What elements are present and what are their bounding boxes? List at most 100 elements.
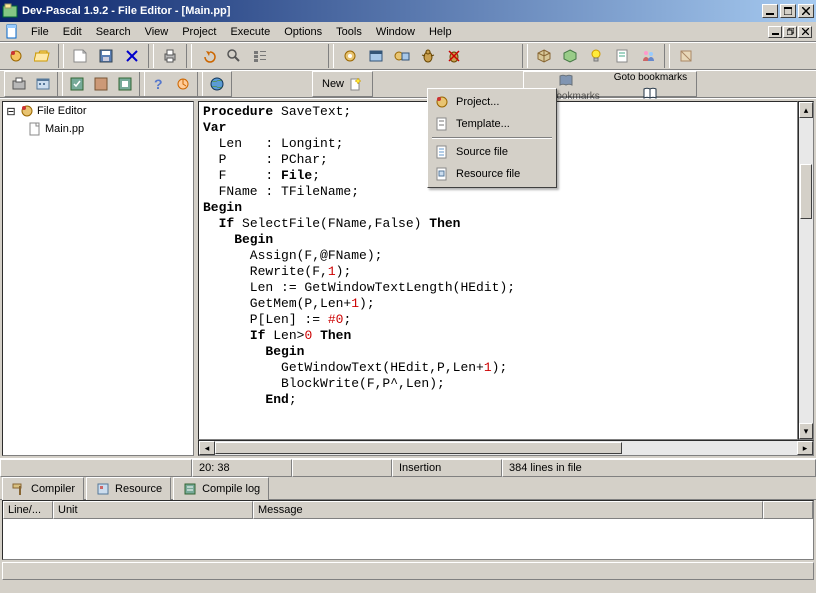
message-header: Line/... Unit Message [3,501,813,519]
tree-root[interactable]: ⊟ File Editor [3,102,193,120]
help-button[interactable]: ? [147,72,171,96]
scroll-right-button[interactable]: ▸ [797,441,813,455]
mdi-restore-button[interactable] [783,26,797,38]
run-button[interactable] [364,44,388,68]
book-icon [558,73,574,89]
menu-view[interactable]: View [138,24,176,40]
tree-root-label: File Editor [37,105,87,117]
save-icon [98,48,114,64]
popup-resource-file[interactable]: Resource file [430,163,554,185]
icon-button-10[interactable] [248,44,272,68]
hscroll-track[interactable] [215,441,797,455]
new-button[interactable]: New [315,72,370,96]
message-grid[interactable]: Line/... Unit Message [2,500,814,560]
resource-icon [95,481,111,497]
popup-template[interactable]: Template... [430,113,554,135]
menu-search[interactable]: Search [89,24,138,40]
tip-button[interactable] [584,44,608,68]
scroll-left-button[interactable]: ◂ [199,441,215,455]
maximize-button[interactable] [780,4,796,18]
minimize-button[interactable] [762,4,778,18]
tab-resource[interactable]: Resource [86,477,171,500]
menu-project[interactable]: Project [175,24,223,40]
x-icon [124,48,140,64]
icon-button-box[interactable] [532,44,556,68]
book-open-icon [642,86,658,102]
scroll-track[interactable] [799,118,813,423]
t2-btn-2[interactable] [31,72,55,96]
compile-run-button[interactable] [390,44,414,68]
scroll-thumb[interactable] [800,164,812,219]
popup-project[interactable]: Project... [430,91,554,113]
vertical-scrollbar[interactable]: ▴ ▾ [798,101,814,440]
folder-open-icon [34,48,50,64]
mdi-minimize-button[interactable] [768,26,782,38]
toolbar-secondary: ? New Set bookmarks Goto bookmarks [0,70,816,98]
svg-text:?: ? [154,76,163,92]
tab-compiler[interactable]: Compiler [2,477,84,500]
icon-button-note[interactable] [610,44,634,68]
menu-help[interactable]: Help [422,24,459,40]
undo-button[interactable] [196,44,220,68]
resource-file-icon [434,166,450,182]
popup-source-file[interactable]: Source file [430,141,554,163]
file-icon [27,121,43,137]
t2-btn-4[interactable] [89,72,113,96]
people-icon [640,48,656,64]
debug-button[interactable] [416,44,440,68]
document-icon [4,24,20,40]
icon-button-box2[interactable] [558,44,582,68]
log-icon [182,481,198,497]
menu-file[interactable]: File [24,24,56,40]
col-line[interactable]: Line/... [3,501,53,519]
bottom-tabs: Compiler Resource Compile log [0,478,816,500]
col-unit[interactable]: Unit [53,501,253,519]
compile-button[interactable] [338,44,362,68]
goto-bookmarks-button[interactable]: Goto bookmarks [607,72,694,96]
hscroll-thumb[interactable] [215,442,622,454]
t2-btn-5[interactable] [113,72,137,96]
box-icon [536,48,552,64]
tree-file[interactable]: Main.pp [3,120,193,138]
col-extra[interactable] [763,501,813,519]
stop-button[interactable] [442,44,466,68]
t2-btn-1[interactable] [7,72,31,96]
new-popup-menu: Project... Template... Source file Resou… [427,88,557,188]
menu-tools[interactable]: Tools [329,24,369,40]
tab-compile-log[interactable]: Compile log [173,477,269,500]
project-tree[interactable]: ⊟ File Editor Main.pp [2,101,194,456]
close-button[interactable] [798,4,814,18]
open-button[interactable] [30,44,54,68]
tree-collapse-icon[interactable]: ⊟ [5,105,17,118]
t2-btn-3[interactable] [65,72,89,96]
bottom-statusbar [2,562,814,580]
horizontal-scrollbar[interactable]: ◂ ▸ [198,440,814,456]
status-lines: 384 lines in file [502,459,816,477]
icon-button-people[interactable] [636,44,660,68]
menu-window[interactable]: Window [369,24,422,40]
bug-icon [420,48,436,64]
menu-options[interactable]: Options [277,24,329,40]
menu-execute[interactable]: Execute [223,24,277,40]
undo-icon [200,48,216,64]
print-button[interactable] [158,44,182,68]
popup-separator [432,137,552,139]
web-button[interactable] [205,72,229,96]
toolbar-main [0,42,816,70]
find-button[interactable] [222,44,246,68]
menu-edit[interactable]: Edit [56,24,89,40]
scroll-down-button[interactable]: ▾ [799,423,813,439]
scroll-up-button[interactable]: ▴ [799,102,813,118]
search-icon [226,48,242,64]
col-message[interactable]: Message [253,501,763,519]
icon-button-3[interactable] [68,44,92,68]
mdi-close-button[interactable] [798,26,812,38]
window-icon [368,48,384,64]
save-button[interactable] [94,44,118,68]
t2-btn-7[interactable] [171,72,195,96]
delete-button[interactable] [120,44,144,68]
icon-button-last[interactable] [674,44,698,68]
bug-stop-icon [446,48,462,64]
template-icon [434,116,450,132]
icon-button-1[interactable] [4,44,28,68]
